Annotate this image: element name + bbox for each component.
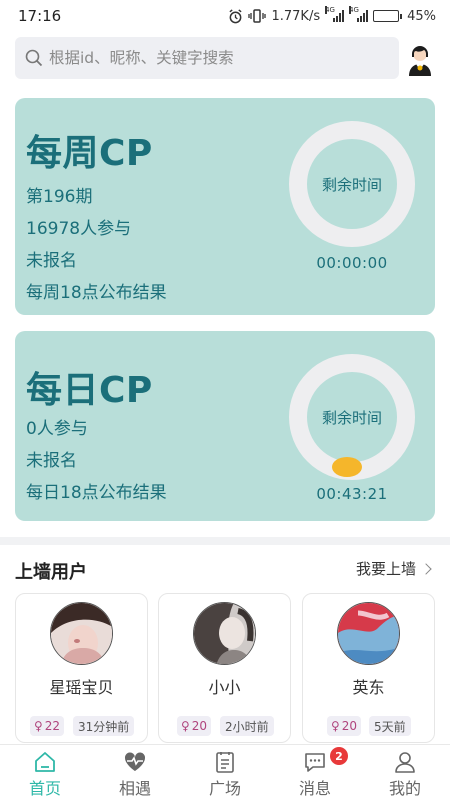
bottom-tab-bar: 首页 相遇 广场 消息 2 我的 xyxy=(0,744,450,800)
search-box[interactable] xyxy=(15,37,399,79)
age-badge: ♀ 20 xyxy=(177,716,212,736)
chevron-right-icon xyxy=(420,562,432,575)
tab-label: 广场 xyxy=(208,779,241,798)
weekly-cp-card[interactable]: 每周CP 第196期 16978人参与 未报名 每周18点公布结果 剩余时间 0… xyxy=(15,98,435,315)
user-name: 小小 xyxy=(208,678,241,697)
search-row xyxy=(15,37,435,79)
female-icon: ♀ xyxy=(34,719,43,733)
battery-percent: 45% xyxy=(407,8,436,24)
tab-profile[interactable]: 我的 xyxy=(360,745,450,800)
daily-countdown: 00:43:21 xyxy=(316,485,388,503)
network-speed: 1.77K/s xyxy=(271,8,321,24)
daily-cp-participants: 0人参与 xyxy=(26,419,88,439)
tab-square[interactable]: 广场 xyxy=(180,745,270,800)
customer-service-icon[interactable] xyxy=(405,40,435,76)
female-icon: ♀ xyxy=(331,719,340,733)
unread-badge: 2 xyxy=(330,747,348,765)
tab-label: 我的 xyxy=(388,779,421,798)
age-badge: ♀ 20 xyxy=(327,716,362,736)
profile-icon xyxy=(395,752,415,773)
wall-user-card[interactable]: 小小 ♀ 20 2小时前 xyxy=(158,593,291,743)
weekly-countdown: 00:00:00 xyxy=(316,254,388,272)
avatar xyxy=(50,602,113,665)
avatar xyxy=(193,602,256,665)
status-bar: 17:16 1.77K/s 4G 4G 45% xyxy=(0,0,450,32)
section-divider xyxy=(0,537,450,545)
daily-cp-title: 每日CP xyxy=(26,370,153,411)
user-name: 星瑶宝贝 xyxy=(49,678,114,697)
tab-home[interactable]: 首页 xyxy=(0,745,90,800)
wall-user-card[interactable]: 星瑶宝贝 ♀ 22 31分钟前 xyxy=(15,593,148,743)
tab-label: 消息 xyxy=(298,779,331,798)
tab-label: 首页 xyxy=(28,779,61,798)
signal-icon-1: 4G xyxy=(325,6,345,22)
weekly-cp-signup-status: 未报名 xyxy=(26,251,77,271)
wall-user-card[interactable]: 英东 ♀ 20 5天前 xyxy=(302,593,435,743)
vibrate-icon xyxy=(248,9,267,23)
message-icon xyxy=(305,753,325,772)
tab-meet[interactable]: 相遇 xyxy=(90,745,180,800)
heartbeat-icon xyxy=(124,752,146,771)
tab-messages[interactable]: 消息 2 xyxy=(270,745,360,800)
daily-cp-signup-status: 未报名 xyxy=(26,451,77,471)
search-input[interactable] xyxy=(49,49,379,67)
search-icon xyxy=(25,49,43,67)
join-wall-label: 我要上墙 xyxy=(355,560,416,578)
active-time-badge: 31分钟前 xyxy=(73,716,135,736)
wall-section-title: 上墙用户 xyxy=(15,562,87,583)
countdown-progress-dot xyxy=(332,457,362,477)
weekly-cp-announce: 每周18点公布结果 xyxy=(26,283,167,303)
active-time-badge: 2小时前 xyxy=(220,716,274,736)
weekly-cp-participants: 16978人参与 xyxy=(26,219,132,239)
tab-label: 相遇 xyxy=(118,779,151,798)
notes-icon xyxy=(216,752,234,773)
status-time: 17:16 xyxy=(18,7,62,25)
join-wall-link[interactable]: 我要上墙 xyxy=(355,558,432,579)
home-icon xyxy=(35,752,55,772)
age-badge: ♀ 22 xyxy=(30,716,65,736)
signal-icon-2: 4G xyxy=(349,6,369,22)
battery-icon xyxy=(373,10,403,22)
weekly-cp-title: 每周CP xyxy=(26,133,153,174)
daily-ring-label: 剩余时间 xyxy=(321,409,382,427)
alarm-icon xyxy=(229,8,243,23)
weekly-cp-issue: 第196期 xyxy=(26,187,93,207)
daily-cp-announce: 每日18点公布结果 xyxy=(26,483,167,503)
weekly-ring-label: 剩余时间 xyxy=(321,176,382,194)
user-name: 英东 xyxy=(352,678,385,697)
status-indicators: 1.77K/s 4G 4G 45% xyxy=(228,6,436,24)
avatar xyxy=(337,602,400,665)
daily-cp-card[interactable]: 每日CP 0人参与 未报名 每日18点公布结果 剩余时间 00:43:21 xyxy=(15,331,435,521)
female-icon: ♀ xyxy=(181,719,190,733)
active-time-badge: 5天前 xyxy=(369,716,411,736)
